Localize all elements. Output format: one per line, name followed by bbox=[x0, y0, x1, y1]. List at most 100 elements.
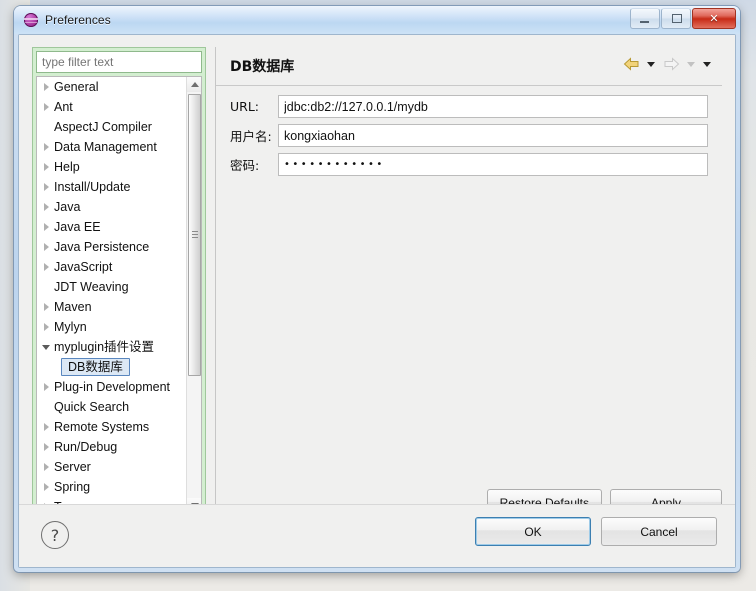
sidebar-item-20[interactable]: Spring bbox=[37, 477, 186, 497]
sidebar-item-label: myplugin插件设置 bbox=[54, 340, 155, 354]
sidebar-item-label: Server bbox=[54, 460, 91, 474]
back-dropdown-icon[interactable] bbox=[644, 53, 658, 75]
sidebar-item-11[interactable]: Maven bbox=[37, 297, 186, 317]
sidebar-item-18[interactable]: Run/Debug bbox=[37, 437, 186, 457]
sidebar-item-2[interactable]: AspectJ Compiler bbox=[37, 117, 186, 137]
field-row-username: 用户名: bbox=[230, 124, 708, 147]
tree-vertical-scrollbar[interactable] bbox=[186, 77, 201, 513]
sidebar-item-label: Spring bbox=[54, 480, 91, 494]
sidebar-item-13[interactable]: myplugin插件设置 bbox=[37, 337, 186, 357]
window-titlebar[interactable]: Preferences ✕ bbox=[14, 6, 740, 34]
maximize-button[interactable] bbox=[661, 8, 691, 29]
sidebar-item-label: Help bbox=[54, 160, 80, 174]
sidebar-item-8[interactable]: Java Persistence bbox=[37, 237, 186, 257]
sidebar-item-4[interactable]: Help bbox=[37, 157, 186, 177]
back-arrow-glyph bbox=[623, 56, 638, 71]
chevron-right-icon[interactable] bbox=[41, 157, 54, 177]
sidebar-item-5[interactable]: Install/Update bbox=[37, 177, 186, 197]
sidebar-item-9[interactable]: JavaScript bbox=[37, 257, 186, 277]
sidebar-item-label: Java Persistence bbox=[54, 240, 150, 254]
sidebar-item-label: Data Management bbox=[54, 140, 157, 154]
password-input[interactable]: •••••••••••• bbox=[278, 153, 708, 176]
url-label: URL: bbox=[230, 99, 260, 114]
username-input[interactable] bbox=[278, 124, 708, 147]
scroll-up-arrow-icon[interactable] bbox=[187, 77, 201, 92]
chevron-right-icon[interactable] bbox=[41, 77, 54, 97]
url-input[interactable] bbox=[278, 95, 708, 118]
sidebar-item-label: Remote Systems bbox=[54, 420, 150, 434]
scrollbar-thumb[interactable] bbox=[188, 94, 201, 376]
field-row-password: 密码: •••••••••••• bbox=[230, 153, 708, 176]
search-input[interactable] bbox=[36, 51, 202, 73]
sidebar-item-label: Run/Debug bbox=[54, 440, 118, 454]
close-icon: ✕ bbox=[709, 12, 719, 25]
preferences-globe-icon bbox=[24, 13, 38, 27]
sidebar-item-15[interactable]: Plug-in Development bbox=[37, 377, 186, 397]
field-row-url: URL: bbox=[230, 95, 708, 118]
sidebar-item-label: Java EE bbox=[54, 220, 101, 234]
sidebar-item-label: JDT Weaving bbox=[54, 280, 129, 294]
password-label: 密码: bbox=[230, 158, 260, 173]
forward-dropdown-icon bbox=[684, 53, 698, 75]
sidebar-item-0[interactable]: General bbox=[37, 77, 186, 97]
chevron-right-icon[interactable] bbox=[41, 477, 54, 497]
window-title: Preferences bbox=[45, 13, 111, 27]
sidebar-item-label: Install/Update bbox=[54, 180, 131, 194]
sidebar-item-3[interactable]: Data Management bbox=[37, 137, 186, 157]
page-nav-icons bbox=[620, 53, 714, 75]
help-icon[interactable]: ? bbox=[41, 521, 69, 549]
sidebar-item-1[interactable]: Ant bbox=[37, 97, 186, 117]
chevron-down-icon[interactable] bbox=[41, 337, 54, 357]
filter-field-wrapper bbox=[36, 51, 202, 73]
page-title: DB数据库 bbox=[230, 59, 295, 75]
scrollbar-grip-icon bbox=[192, 231, 198, 239]
cancel-button[interactable]: Cancel bbox=[601, 517, 717, 546]
sidebar-item-10[interactable]: JDT Weaving bbox=[37, 277, 186, 297]
sidebar-item-label: DB数据库 bbox=[61, 358, 130, 376]
username-label: 用户名: bbox=[230, 129, 272, 144]
sidebar-item-12[interactable]: Mylyn bbox=[37, 317, 186, 337]
preferences-window: Preferences ✕ General Ant AspectJ Compiler… bbox=[14, 6, 740, 572]
chevron-right-icon[interactable] bbox=[41, 377, 54, 397]
back-arrow-icon[interactable] bbox=[620, 53, 642, 75]
chevron-right-icon[interactable] bbox=[41, 237, 54, 257]
chevron-right-icon[interactable] bbox=[41, 297, 54, 317]
sidebar-item-17[interactable]: Remote Systems bbox=[37, 417, 186, 437]
ok-button[interactable]: OK bbox=[475, 517, 591, 546]
chevron-right-icon[interactable] bbox=[41, 197, 54, 217]
sidebar-item-6[interactable]: Java bbox=[37, 197, 186, 217]
chevron-right-icon[interactable] bbox=[41, 457, 54, 477]
chevron-right-icon[interactable] bbox=[41, 217, 54, 237]
forward-arrow-glyph bbox=[664, 56, 679, 71]
window-client-area: General Ant AspectJ Compiler Data Managemen… bbox=[18, 34, 736, 568]
close-button[interactable]: ✕ bbox=[692, 8, 736, 29]
sidebar-item-14[interactable]: DB数据库 bbox=[37, 357, 186, 377]
sidebar-item-label: Quick Search bbox=[54, 400, 130, 414]
db-settings-form: URL: 用户名: 密码: •••••••••••• bbox=[230, 95, 708, 182]
chevron-right-icon[interactable] bbox=[41, 137, 54, 157]
preferences-tree-scroll: General Ant AspectJ Compiler Data Managemen… bbox=[36, 76, 202, 514]
chevron-right-icon[interactable] bbox=[41, 97, 54, 117]
window-controls: ✕ bbox=[629, 8, 736, 29]
chevron-right-icon[interactable] bbox=[41, 317, 54, 337]
dialog-footer: ? OK Cancel bbox=[19, 504, 735, 567]
preferences-tree-panel: General Ant AspectJ Compiler Data Managemen… bbox=[32, 47, 206, 517]
sidebar-item-7[interactable]: Java EE bbox=[37, 217, 186, 237]
preference-page-panel: DB数据库 URL: jdbc:db2://127.0.0.1/mydb 用户名… bbox=[215, 47, 722, 517]
preference-page-header: DB数据库 bbox=[216, 47, 722, 86]
sidebar-item-label: Maven bbox=[54, 300, 92, 314]
sidebar-item-16[interactable]: Quick Search bbox=[37, 397, 186, 417]
chevron-right-icon[interactable] bbox=[41, 417, 54, 437]
chevron-right-icon[interactable] bbox=[41, 177, 54, 197]
sidebar-item-19[interactable]: Server bbox=[37, 457, 186, 477]
view-menu-icon[interactable] bbox=[700, 53, 714, 75]
titlebar-left: Preferences bbox=[24, 10, 111, 30]
chevron-right-icon[interactable] bbox=[41, 437, 54, 457]
minimize-button[interactable] bbox=[630, 8, 660, 29]
forward-arrow-icon bbox=[660, 53, 682, 75]
sidebar-item-label: Ant bbox=[54, 100, 73, 114]
preferences-tree-list: General Ant AspectJ Compiler Data Managemen… bbox=[37, 77, 186, 513]
chevron-right-icon[interactable] bbox=[41, 257, 54, 277]
